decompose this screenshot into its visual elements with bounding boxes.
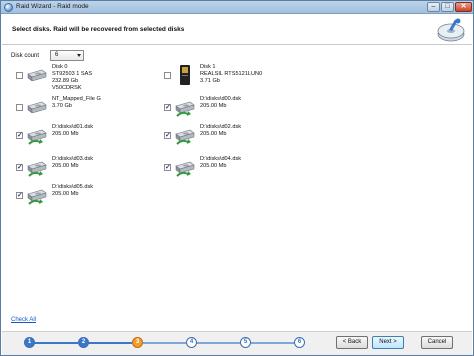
disk-info-line: Disk 1 (200, 64, 216, 70)
disk-info-line: 3.71 Gb (200, 78, 220, 84)
disk-info-line: ST92503 1 SAS (52, 71, 93, 77)
disk-info-line: 205.00 Mb (52, 163, 79, 169)
disk-info: D:\disks\d05.dsk 205.00 Mb (52, 184, 93, 198)
disk-info-line: D:\disks\d04.dsk (200, 156, 242, 162)
disk-image-icon (174, 156, 196, 178)
disk-info-line: 205.00 Mb (52, 191, 79, 197)
disk-info-line: D:\disks\d01.dsk (52, 124, 94, 130)
close-button[interactable]: ✕ (455, 2, 472, 12)
disk-info: D:\disks\d02.dsk 205.00 Mb (200, 124, 241, 138)
disk-info-line: 3.70 Gb (52, 103, 72, 109)
raid-logo-icon (437, 18, 465, 42)
disk-checkbox[interactable] (16, 191, 23, 199)
disk-info-line: D:\disks\d03.dsk (52, 156, 94, 162)
step-connector (142, 342, 186, 344)
instruction-text: Select disks. Raid will be recovered fro… (12, 26, 185, 33)
disk-image-icon (26, 184, 48, 206)
hard-disk-icon (26, 64, 48, 86)
disk-selection-panel: Disk count 6 Disk 0 ST92503 1 SAS 232.89 G… (2, 46, 472, 326)
disk-image-icon (174, 124, 196, 146)
disk-item[interactable]: Disk 0 ST92503 1 SAS 232.89 Gb V50CDRSK (16, 64, 156, 92)
step-6: 6 (294, 337, 305, 348)
step-connector (88, 342, 132, 344)
title-bar[interactable]: Raid Wizard - Raid mode – □ ✕ (1, 1, 473, 14)
disk-info: D:\disks\d00.dsk 205.00 Mb (200, 96, 241, 110)
disk-info-line: NT_Mapped_File G (52, 96, 101, 102)
disk-info: Disk 0 ST92503 1 SAS 232.89 Gb V50CDRSK (52, 64, 92, 92)
disk-info: NT_Mapped_File G 3.70 Gb (52, 96, 101, 110)
minimize-button[interactable]: – (427, 2, 440, 12)
wizard-header: Select disks. Raid will be recovered fro… (2, 15, 472, 45)
disk-checkbox[interactable] (16, 131, 23, 139)
disk-image-icon (26, 156, 48, 178)
disk-count-value: 6 (55, 52, 59, 58)
maximize-button[interactable]: □ (441, 2, 454, 12)
disk-info-line: 232.89 Gb (52, 78, 79, 84)
app-icon (4, 3, 13, 12)
disk-info-line: 205.00 Mb (52, 131, 79, 137)
step-1: 1 (24, 337, 35, 348)
disk-info: Disk 1 REALSIL RTS5121LUN0 3.71 Gb (200, 64, 262, 85)
disk-checkbox[interactable] (164, 103, 171, 111)
disk-checkbox[interactable] (16, 163, 23, 171)
window-title: Raid Wizard - Raid mode (16, 3, 89, 10)
step-connector (196, 342, 240, 344)
disk-info-line: V50CDRSK (52, 85, 82, 91)
disk-info-line: D:\disks\d00.dsk (200, 96, 242, 102)
disk-item[interactable]: D:\disks\d03.dsk205.00 Mb (16, 156, 156, 182)
chevron-down-icon (77, 54, 81, 57)
disk-count-label: Disk count (11, 53, 40, 59)
disk-info-line: D:\disks\d02.dsk (200, 124, 242, 130)
step-3: 3 (132, 337, 143, 348)
disk-count-select[interactable]: 6 (50, 50, 84, 61)
disk-image-icon (26, 124, 48, 146)
step-4: 4 (186, 337, 197, 348)
back-button[interactable]: < Back (336, 336, 368, 349)
disk-image-icon (174, 96, 196, 118)
step-5: 5 (240, 337, 251, 348)
disk-item[interactable]: NT_Mapped_File G 3.70 Gb (16, 96, 156, 122)
disk-info-line: 205.00 Mb (200, 103, 227, 109)
disk-info: D:\disks\d04.dsk 205.00 Mb (200, 156, 241, 170)
raid-wizard-window: Raid Wizard - Raid mode – □ ✕ Select dis… (0, 0, 474, 356)
disk-checkbox[interactable] (16, 72, 23, 79)
disk-info-line: Disk 0 (52, 64, 68, 70)
disk-item[interactable]: Disk 1 REALSIL RTS5121LUN0 3.71 Gb (164, 64, 304, 90)
check-all-link[interactable]: Check All (11, 317, 36, 323)
disk-checkbox[interactable] (164, 131, 171, 139)
disk-checkbox[interactable] (16, 104, 23, 111)
disk-item[interactable]: D:\disks\d00.dsk205.00 Mb (164, 96, 304, 122)
disk-info-line: 205.00 Mb (200, 131, 227, 137)
disk-checkbox[interactable] (164, 163, 171, 171)
disk-info-line: REALSIL RTS5121LUN0 (200, 71, 263, 77)
disk-info-line: 205.00 Mb (200, 163, 227, 169)
disk-info-line: D:\disks\d05.dsk (52, 184, 94, 190)
disk-item[interactable]: D:\disks\d05.dsk205.00 Mb (16, 184, 156, 210)
card-reader-icon (174, 64, 196, 86)
next-button[interactable]: Next > (372, 336, 404, 349)
hard-disk-icon (26, 96, 48, 118)
disk-info: D:\disks\d03.dsk 205.00 Mb (52, 156, 93, 170)
cancel-button[interactable]: Cancel (421, 336, 453, 349)
disk-checkbox[interactable] (164, 72, 171, 79)
step-connector (34, 342, 78, 344)
disk-item[interactable]: D:\disks\d02.dsk205.00 Mb (164, 124, 304, 150)
disk-item[interactable]: D:\disks\d01.dsk205.00 Mb (16, 124, 156, 150)
disk-item[interactable]: D:\disks\d04.dsk205.00 Mb (164, 156, 304, 182)
step-2: 2 (78, 337, 89, 348)
step-connector (250, 342, 294, 344)
wizard-footer: 1 2 3 4 5 6 < Back Next > Cancel (2, 331, 472, 355)
disk-info: D:\disks\d01.dsk 205.00 Mb (52, 124, 93, 138)
